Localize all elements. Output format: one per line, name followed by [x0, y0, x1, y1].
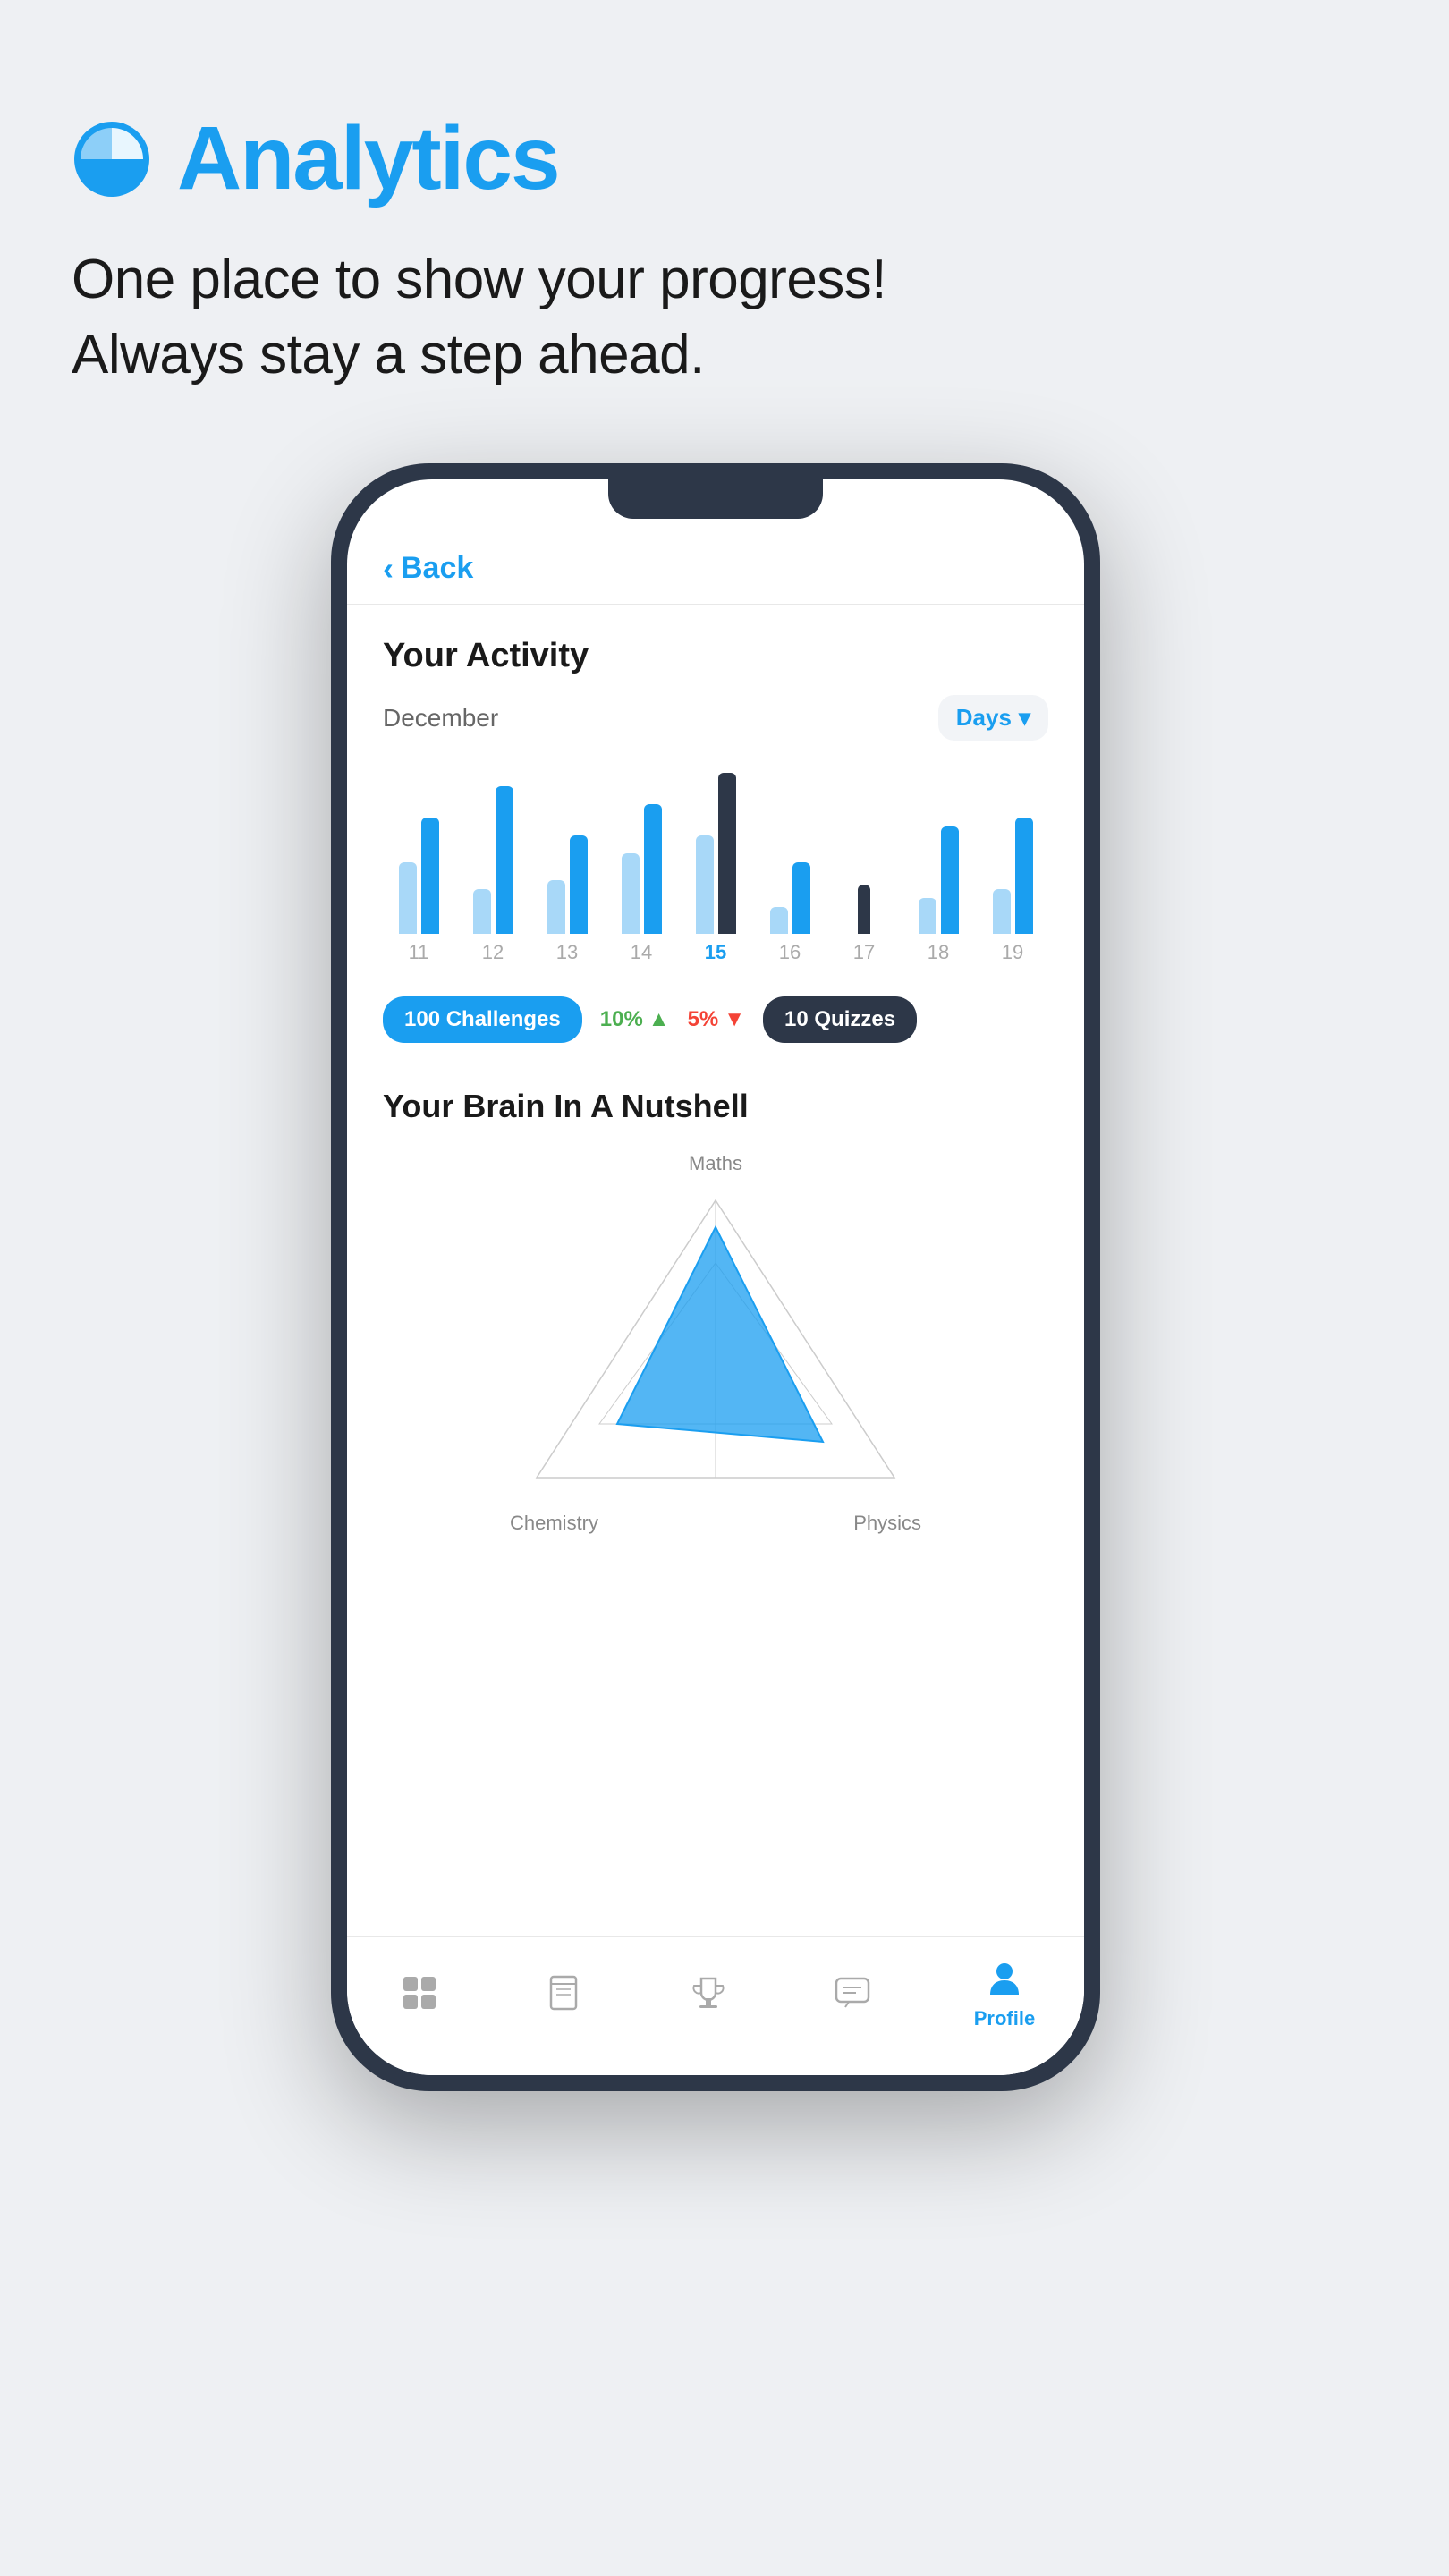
back-button[interactable]: ‹ Back	[347, 533, 1084, 604]
radar-label-chemistry: Chemistry	[510, 1512, 598, 1535]
bar-13-dark	[570, 835, 588, 934]
title-row: Analytics	[72, 107, 559, 210]
bar-14-dark	[644, 804, 662, 934]
bar-label-14: 14	[631, 941, 652, 964]
bar-chart: 11 12	[383, 767, 1048, 964]
days-label: Days	[956, 704, 1012, 732]
quizzes-badge: 10 Quizzes	[763, 996, 917, 1043]
bar-group-13: 13	[540, 764, 594, 964]
radar-chart: Maths	[383, 1152, 1048, 1535]
subtitle: One place to show your progress! Always …	[72, 242, 886, 392]
bar-group-14: 14	[614, 764, 668, 964]
trophy-icon	[685, 1970, 732, 2016]
bar-14-light	[622, 853, 640, 934]
bar-label-18: 18	[928, 941, 949, 964]
bar-group-15: 15	[689, 764, 742, 964]
trend-down-badge: 5% ▼	[688, 1007, 745, 1032]
bottom-nav: Profile	[347, 1936, 1084, 2075]
nav-item-book[interactable]	[540, 1970, 587, 2016]
analytics-icon	[72, 119, 152, 199]
profile-nav-label: Profile	[974, 2007, 1035, 2030]
header-section: Analytics One place to show your progres…	[72, 107, 886, 392]
nav-item-grid[interactable]	[396, 1970, 443, 2016]
bar-12-dark	[496, 786, 513, 934]
bar-16-light	[770, 907, 788, 934]
bar-group-12: 12	[466, 764, 520, 964]
bar-18-dark	[941, 826, 959, 934]
bar-15-dark	[718, 773, 736, 934]
arrow-down-icon: ▼	[724, 1007, 745, 1032]
bar-label-16: 16	[779, 941, 801, 964]
bar-18-light	[919, 898, 936, 934]
profile-icon	[981, 1955, 1028, 2002]
bar-label-13: 13	[556, 941, 578, 964]
bar-group-17: 17	[837, 764, 891, 964]
phone-screen: ‹ Back Your Activity December Days ▾	[347, 479, 1084, 2075]
bar-17-dark	[858, 885, 870, 934]
bar-12-light	[473, 889, 491, 934]
bar-group-16: 16	[763, 764, 817, 964]
bar-group-11: 11	[392, 764, 445, 964]
bar-label-15: 15	[705, 941, 726, 964]
arrow-up-icon: ▲	[648, 1007, 670, 1032]
radar-svg	[510, 1182, 921, 1504]
radar-label-maths: Maths	[689, 1152, 742, 1175]
nav-item-profile[interactable]: Profile	[974, 1955, 1035, 2030]
month-label: December	[383, 704, 498, 733]
bar-11-dark	[421, 818, 439, 934]
bar-11-light	[399, 862, 417, 934]
month-row: December Days ▾	[383, 695, 1048, 741]
back-chevron-icon: ‹	[383, 553, 394, 585]
phone-mockup: ‹ Back Your Activity December Days ▾	[331, 463, 1100, 2091]
brain-title: Your Brain In A Nutshell	[383, 1088, 1048, 1125]
stat-badges: 100 Challenges 10% ▲ 5% ▼ 10 Quizzes	[347, 979, 1084, 1061]
phone-notch	[608, 479, 823, 519]
bar-label-12: 12	[482, 941, 504, 964]
book-icon	[540, 1970, 587, 2016]
activity-section: Your Activity December Days ▾	[347, 605, 1084, 979]
back-label: Back	[401, 551, 473, 586]
challenges-badge: 100 Challenges	[383, 996, 582, 1043]
nav-item-chat[interactable]	[829, 1970, 876, 2016]
bar-19-dark	[1015, 818, 1033, 934]
bar-label-11: 11	[409, 941, 429, 964]
bar-13-light	[547, 880, 565, 934]
page-title: Analytics	[177, 107, 559, 210]
radar-label-physics: Physics	[853, 1512, 921, 1535]
nav-item-trophy[interactable]	[685, 1970, 732, 2016]
bar-label-17: 17	[853, 941, 875, 964]
bar-group-18: 18	[911, 764, 965, 964]
activity-title: Your Activity	[383, 637, 1048, 675]
bar-15-light	[696, 835, 714, 934]
grid-icon	[396, 1970, 443, 2016]
screen-content: ‹ Back Your Activity December Days ▾	[347, 479, 1084, 1936]
days-dropdown[interactable]: Days ▾	[938, 695, 1048, 741]
bar-label-19: 19	[1002, 941, 1023, 964]
brain-section: Your Brain In A Nutshell Maths	[347, 1061, 1084, 1936]
dropdown-chevron-icon: ▾	[1019, 704, 1030, 732]
bar-group-19: 19	[986, 764, 1039, 964]
bar-19-light	[993, 889, 1011, 934]
trend-up-badge: 10% ▲	[600, 1007, 670, 1032]
bar-16-dark	[792, 862, 810, 934]
phone-container: ‹ Back Your Activity December Days ▾	[72, 463, 1360, 2091]
radar-labels-bottom: Chemistry Physics	[510, 1512, 921, 1535]
chat-icon	[829, 1970, 876, 2016]
